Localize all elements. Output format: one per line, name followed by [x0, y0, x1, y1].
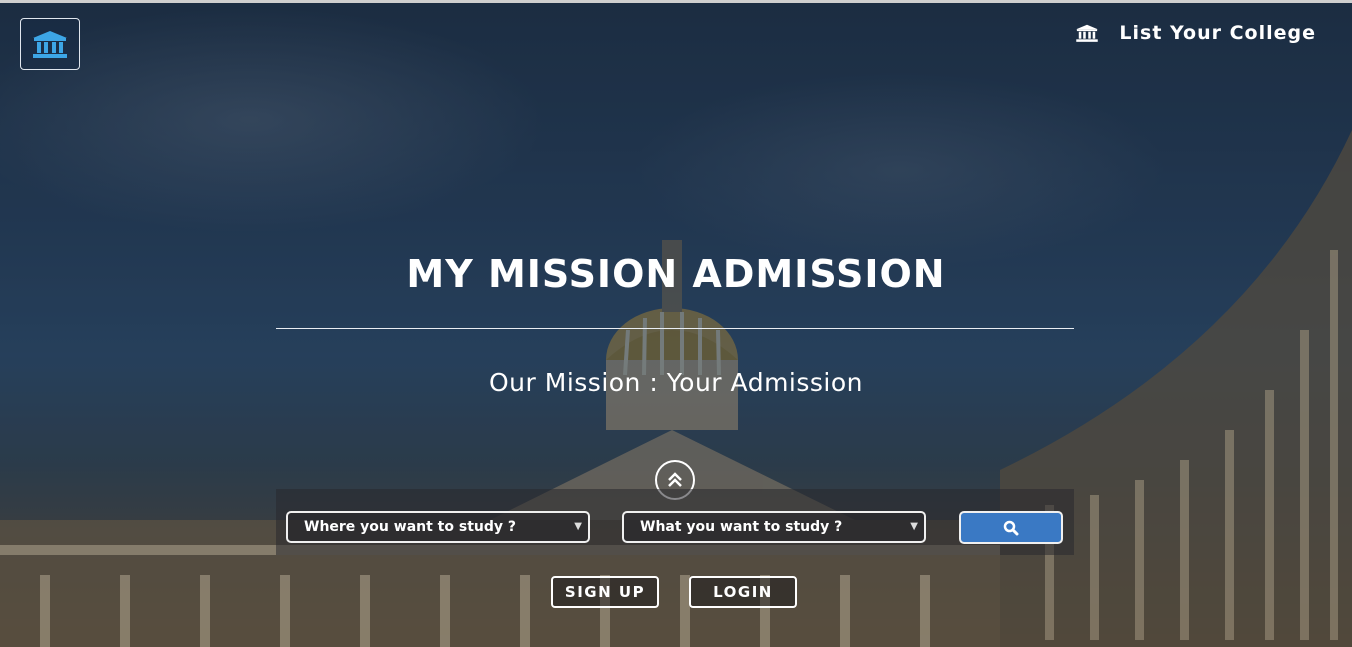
- search-icon: [1003, 520, 1019, 535]
- search-button[interactable]: [959, 511, 1063, 544]
- logo[interactable]: [20, 18, 80, 70]
- institution-icon: [1076, 24, 1099, 42]
- page-title: MY MISSION ADMISSION: [406, 252, 946, 296]
- top-border: [0, 0, 1352, 3]
- title-divider: [276, 328, 1074, 329]
- signup-button[interactable]: SIGN UP: [551, 576, 659, 608]
- dropdown-arrow-icon: ▼: [910, 521, 918, 532]
- list-your-college-link[interactable]: List Your College: [1075, 22, 1316, 44]
- page-subtitle: Our Mission : Your Admission: [489, 368, 863, 397]
- location-select[interactable]: Where you want to study ? ▼: [286, 511, 590, 543]
- list-your-college-label: List Your College: [1119, 22, 1316, 44]
- dropdown-arrow-icon: ▼: [574, 521, 582, 532]
- login-button[interactable]: LOGIN: [689, 576, 797, 608]
- course-select-value: What you want to study ?: [640, 519, 843, 535]
- institution-icon: [33, 31, 67, 58]
- location-select-value: Where you want to study ?: [304, 519, 516, 535]
- double-chevron-up-icon: [668, 472, 682, 487]
- course-select[interactable]: What you want to study ? ▼: [622, 511, 926, 543]
